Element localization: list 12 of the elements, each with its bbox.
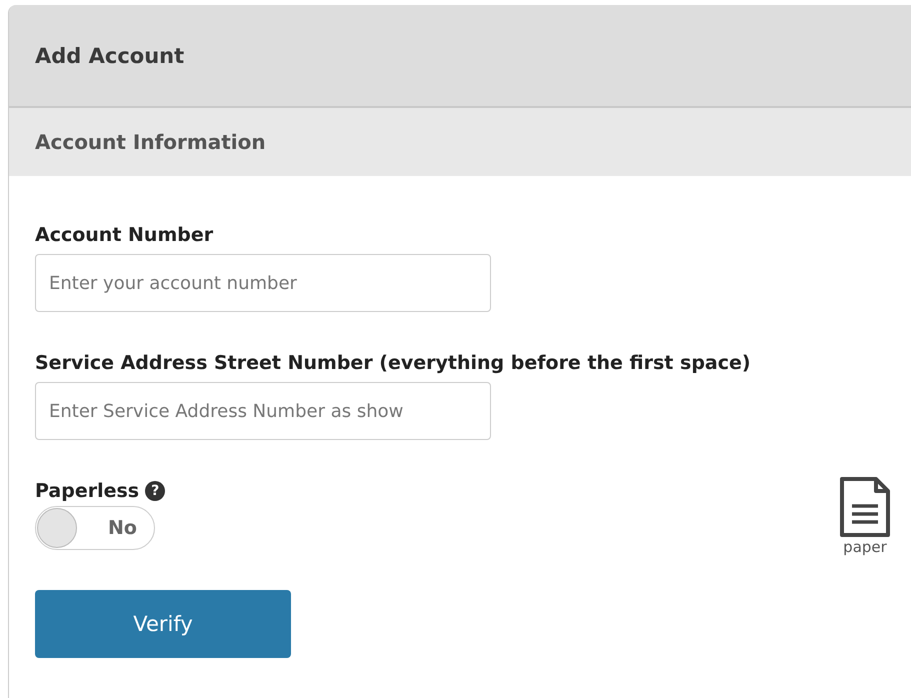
input-field[interactable]: Enter your account number bbox=[35, 254, 491, 312]
field-label: Paperless bbox=[35, 480, 140, 502]
help-icon[interactable]: ? bbox=[145, 481, 166, 501]
section-title: Account Information bbox=[35, 130, 266, 154]
input-field[interactable]: Enter Service Address Number as show bbox=[35, 382, 491, 440]
field-label: Service Address Street Number (everything before the first space) bbox=[35, 352, 752, 374]
field-label: Account Number bbox=[35, 224, 214, 246]
page-title: Add Account bbox=[35, 44, 184, 68]
toggle-switch[interactable]: No bbox=[35, 506, 155, 550]
document-icon bbox=[839, 476, 891, 538]
verify-button[interactable]: Verify bbox=[35, 590, 291, 658]
icon-caption: paper bbox=[843, 538, 887, 556]
